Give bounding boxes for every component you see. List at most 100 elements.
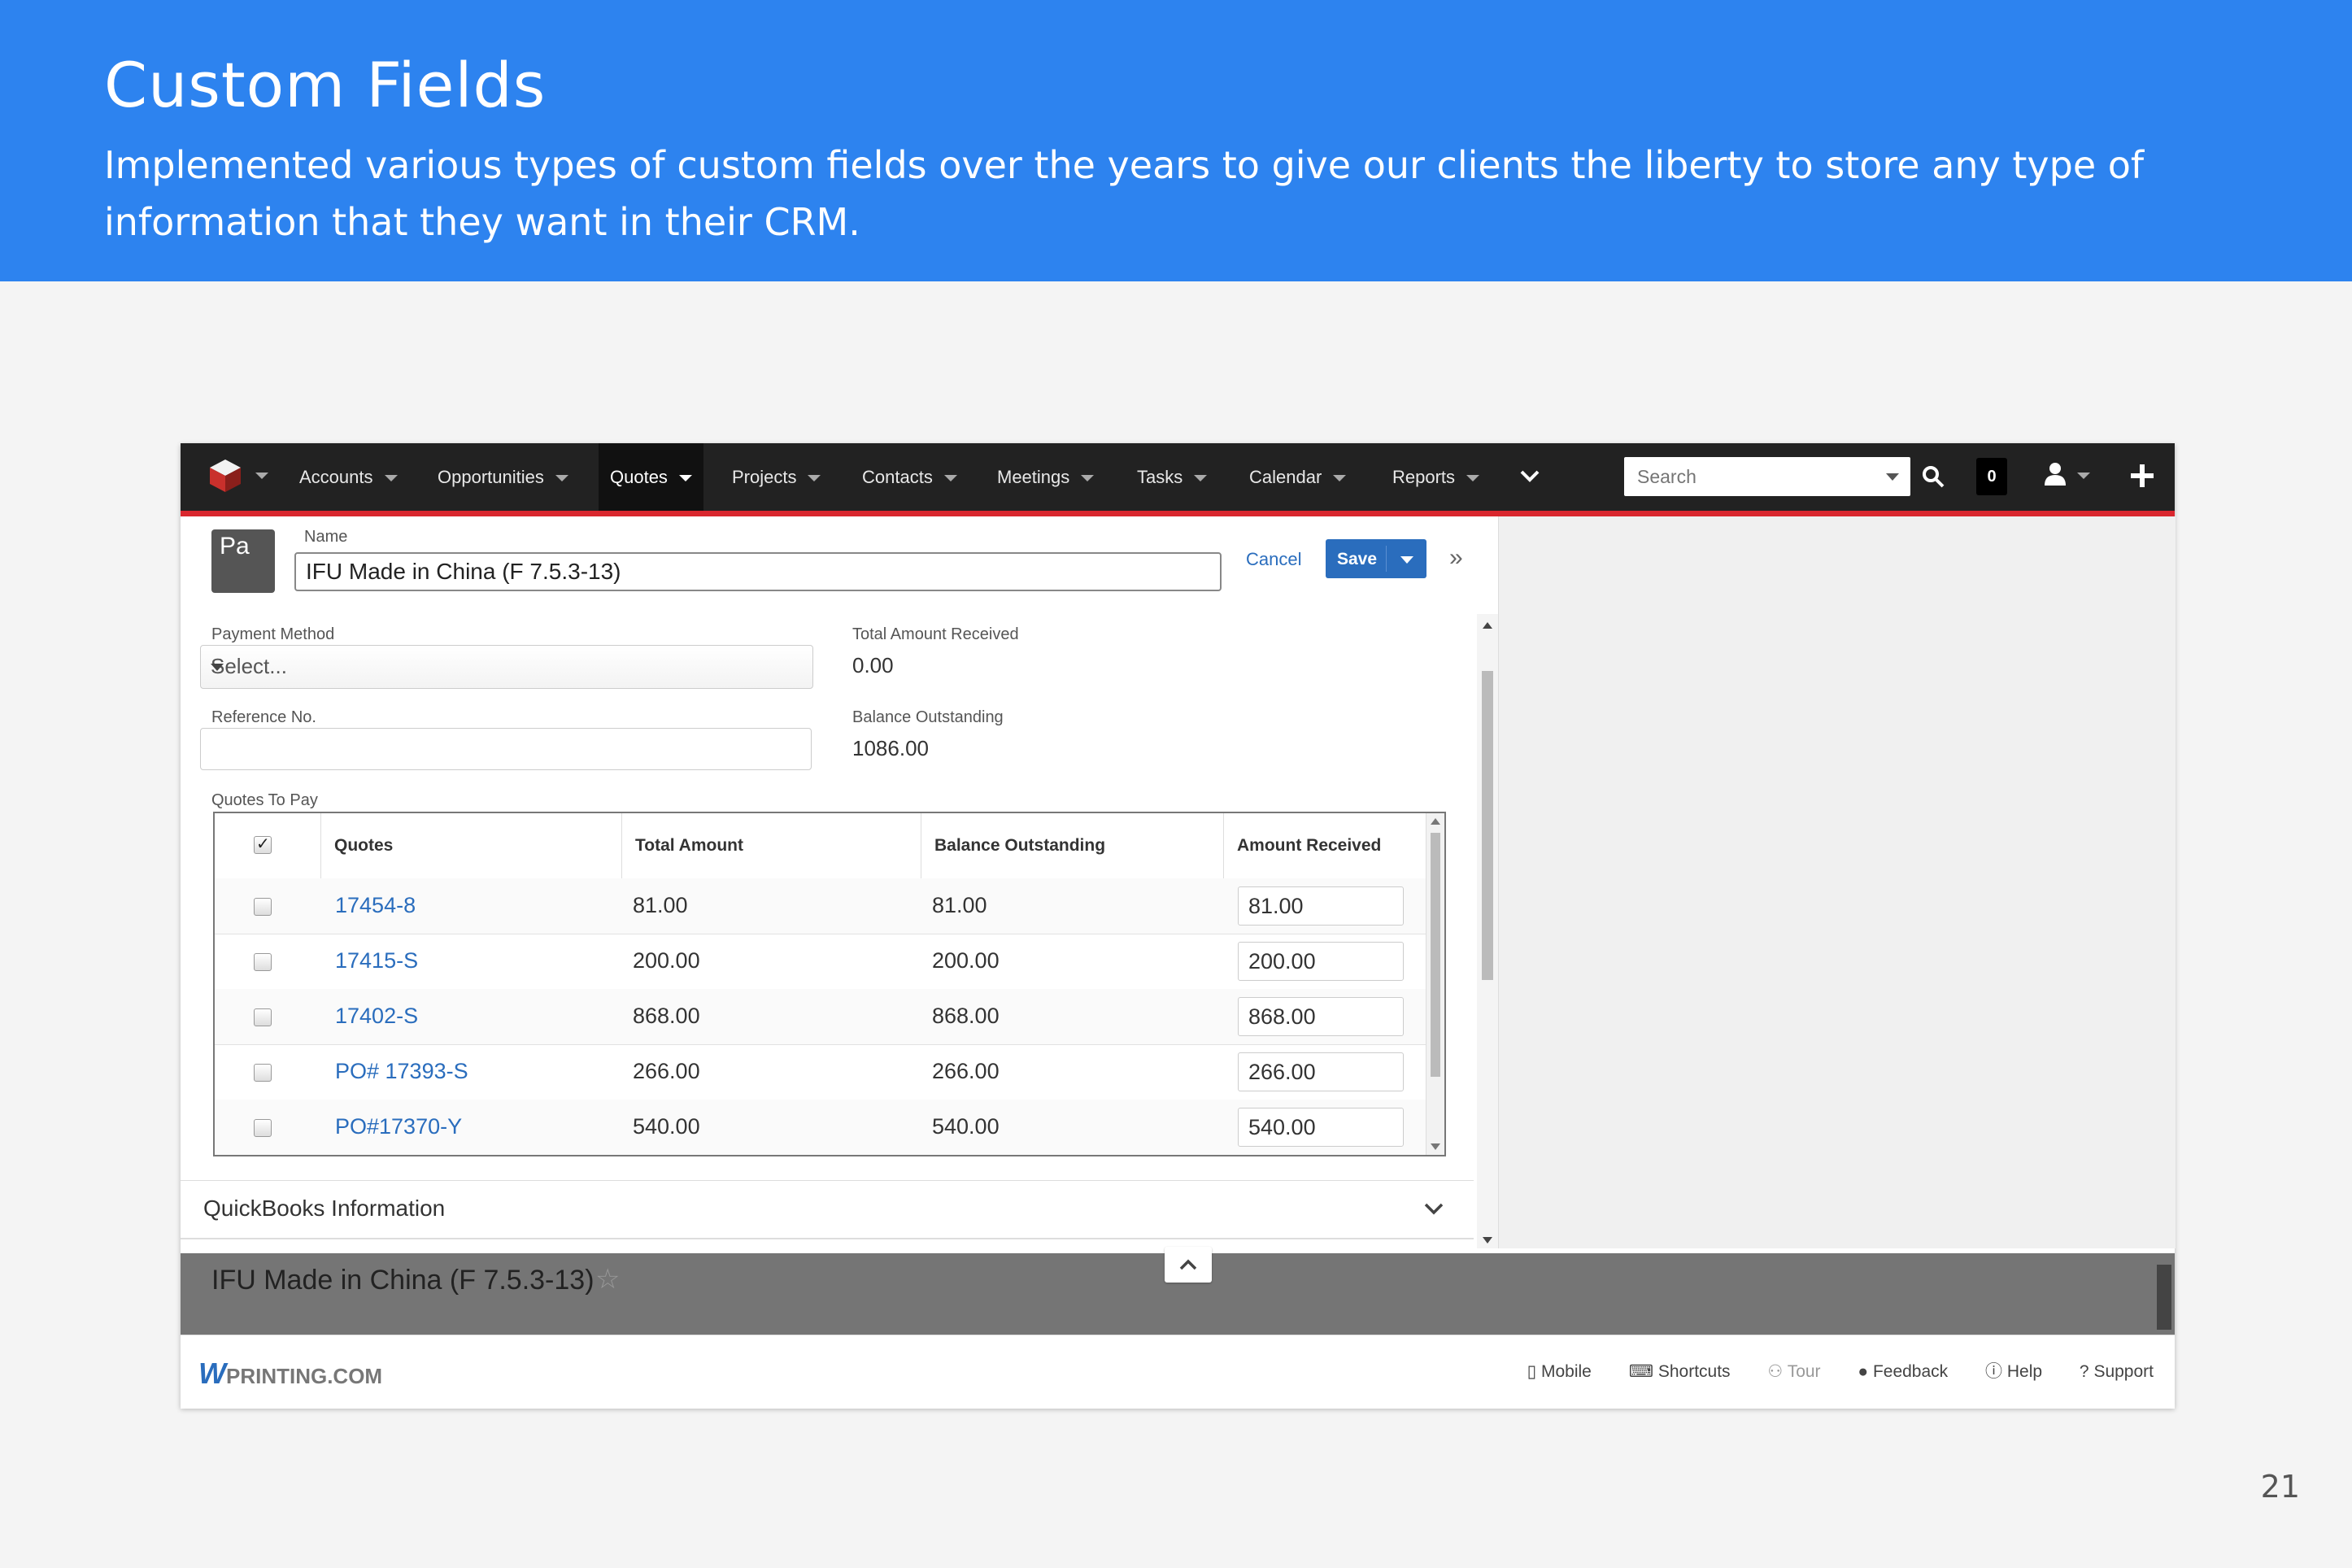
nav-contacts[interactable]: Contacts bbox=[851, 443, 969, 511]
save-dropdown-caret-icon[interactable] bbox=[1400, 556, 1413, 564]
quote-link[interactable]: 17402-S bbox=[335, 1004, 418, 1029]
table-header: Quotes Total Amount Balance Outstanding … bbox=[215, 813, 1426, 879]
caret-down-icon bbox=[1194, 475, 1208, 482]
amount-received-input[interactable]: 868.00 bbox=[1238, 997, 1404, 1036]
table-row: PO# 17393-S 266.00 266.00 266.00 bbox=[215, 1044, 1426, 1100]
record-avatar: Pa bbox=[211, 529, 275, 593]
quote-link[interactable]: 17454-8 bbox=[335, 893, 416, 918]
col-total-amount[interactable]: Total Amount bbox=[621, 813, 921, 878]
nav-quotes[interactable]: Quotes bbox=[599, 443, 703, 511]
balance-cell: 540.00 bbox=[932, 1114, 1000, 1139]
reference-no-field[interactable] bbox=[200, 728, 812, 770]
row-checkbox[interactable] bbox=[254, 1064, 272, 1082]
table-scrollbar[interactable] bbox=[1426, 813, 1444, 1155]
toggle-sidebar-icon[interactable]: » bbox=[1449, 544, 1463, 572]
quote-link[interactable]: 17415-S bbox=[335, 948, 418, 973]
scroll-up-icon[interactable] bbox=[1483, 622, 1492, 629]
caret-down-icon bbox=[1333, 475, 1347, 482]
binoculars-icon: ⚇ bbox=[1767, 1362, 1784, 1381]
page-number: 21 bbox=[2260, 1469, 2300, 1505]
col-amount-received[interactable]: Amount Received bbox=[1223, 813, 1426, 878]
page-title: Custom Fields bbox=[104, 49, 547, 121]
caret-down-icon bbox=[808, 475, 821, 482]
total-received-label: Total Amount Received bbox=[852, 625, 1019, 643]
select-all-checkbox[interactable] bbox=[254, 834, 272, 854]
caret-down-icon bbox=[678, 475, 692, 482]
footer-shortcuts-link[interactable]: ⌨ Shortcuts bbox=[1629, 1362, 1731, 1381]
user-icon[interactable] bbox=[2043, 461, 2067, 487]
quote-link[interactable]: PO#17370-Y bbox=[335, 1114, 462, 1139]
top-nav-bar: Accounts Opportunities Quotes Projects C… bbox=[181, 443, 2175, 516]
amount-received-input[interactable]: 540.00 bbox=[1238, 1108, 1404, 1147]
nav-calendar[interactable]: Calendar bbox=[1238, 443, 1357, 511]
quickbooks-panel-header[interactable]: QuickBooks Information bbox=[181, 1180, 1474, 1239]
main-pane-scrollbar[interactable] bbox=[1477, 614, 1498, 1248]
name-label: Name bbox=[304, 528, 348, 546]
chevron-down-icon[interactable] bbox=[1423, 1202, 1444, 1217]
more-menu-chevron-icon[interactable] bbox=[1519, 468, 1540, 486]
collapse-footer-button[interactable] bbox=[1165, 1247, 1212, 1283]
payment-method-select[interactable]: Select... bbox=[200, 645, 813, 689]
scroll-up-icon[interactable] bbox=[1431, 818, 1440, 825]
keyboard-icon: ⌨ bbox=[1628, 1362, 1653, 1381]
nav-meetings[interactable]: Meetings bbox=[986, 443, 1105, 511]
footer-help-link[interactable]: ⓘ Help bbox=[1985, 1362, 2042, 1381]
quote-link[interactable]: PO# 17393-S bbox=[335, 1059, 468, 1084]
amount-received-input[interactable]: 200.00 bbox=[1238, 942, 1404, 981]
table-body: 17454-8 81.00 81.00 81.00 17415-S 200.00… bbox=[215, 878, 1426, 1155]
row-checkbox[interactable] bbox=[254, 1008, 272, 1026]
record-header: Pa Name Cancel Save » bbox=[181, 516, 1498, 615]
search-module-dropdown-icon[interactable] bbox=[1886, 473, 1899, 481]
notification-count-badge[interactable]: 0 bbox=[1976, 458, 2007, 495]
quotes-to-pay-label: Quotes To Pay bbox=[211, 791, 318, 809]
table-row: 17454-8 81.00 81.00 81.00 bbox=[215, 878, 1426, 934]
search-icon[interactable] bbox=[1921, 464, 1945, 489]
search-input[interactable] bbox=[1624, 457, 1894, 496]
caret-down-icon bbox=[384, 475, 398, 482]
footer-mobile-link[interactable]: ▯ Mobile bbox=[1527, 1362, 1592, 1381]
crm-screenshot: Accounts Opportunities Quotes Projects C… bbox=[181, 443, 2176, 1409]
save-button[interactable]: Save bbox=[1326, 539, 1426, 578]
favorite-star-icon[interactable]: ☆ bbox=[595, 1263, 620, 1296]
scroll-down-icon[interactable] bbox=[1483, 1237, 1492, 1244]
total-amount-cell: 81.00 bbox=[633, 893, 688, 917]
nav-opportunities[interactable]: Opportunities bbox=[426, 443, 580, 511]
balance-outstanding-value: 1086.00 bbox=[852, 736, 929, 760]
total-amount-cell: 540.00 bbox=[633, 1114, 700, 1139]
caret-down-icon bbox=[943, 475, 957, 482]
amount-received-input[interactable]: 266.00 bbox=[1238, 1052, 1404, 1091]
row-checkbox[interactable] bbox=[254, 953, 272, 971]
balance-outstanding-label: Balance Outstanding bbox=[852, 708, 1004, 726]
cancel-button[interactable]: Cancel bbox=[1246, 549, 1301, 570]
comment-icon: ● bbox=[1858, 1362, 1869, 1381]
nav-reports[interactable]: Reports bbox=[1381, 443, 1491, 511]
table-row: 17402-S 868.00 868.00 868.00 bbox=[215, 989, 1426, 1045]
balance-cell: 200.00 bbox=[932, 948, 1000, 973]
user-menu-caret-icon[interactable] bbox=[2077, 473, 2090, 479]
nav-projects[interactable]: Projects bbox=[721, 443, 832, 511]
row-checkbox[interactable] bbox=[254, 898, 272, 916]
chevron-down-icon bbox=[211, 664, 224, 671]
logo-menu-caret-icon[interactable] bbox=[255, 473, 268, 479]
balance-cell: 868.00 bbox=[932, 1004, 1000, 1028]
plus-icon[interactable] bbox=[2129, 463, 2155, 489]
total-received-value: 0.00 bbox=[852, 653, 894, 677]
row-checkbox[interactable] bbox=[254, 1119, 272, 1137]
name-field[interactable] bbox=[294, 552, 1222, 591]
footer-tour-link[interactable]: ⚇ Tour bbox=[1767, 1362, 1820, 1381]
global-search[interactable] bbox=[1624, 457, 1910, 496]
amount-received-input[interactable]: 81.00 bbox=[1238, 886, 1404, 926]
total-amount-cell: 200.00 bbox=[633, 948, 700, 973]
col-balance-outstanding[interactable]: Balance Outstanding bbox=[921, 813, 1223, 878]
nav-accounts[interactable]: Accounts bbox=[288, 443, 409, 511]
footer-scrollbar[interactable] bbox=[2157, 1265, 2171, 1330]
sidebar-pane bbox=[1498, 516, 2176, 1248]
app-logo-icon[interactable] bbox=[208, 458, 242, 494]
col-quotes[interactable]: Quotes bbox=[320, 813, 621, 878]
footer-support-link[interactable]: ? Support bbox=[2080, 1362, 2154, 1381]
brand-logo: WPRINTING.COM bbox=[198, 1357, 383, 1390]
balance-cell: 81.00 bbox=[932, 893, 987, 917]
scroll-down-icon[interactable] bbox=[1431, 1143, 1440, 1150]
footer-feedback-link[interactable]: ● Feedback bbox=[1858, 1362, 1948, 1381]
nav-tasks[interactable]: Tasks bbox=[1126, 443, 1218, 511]
